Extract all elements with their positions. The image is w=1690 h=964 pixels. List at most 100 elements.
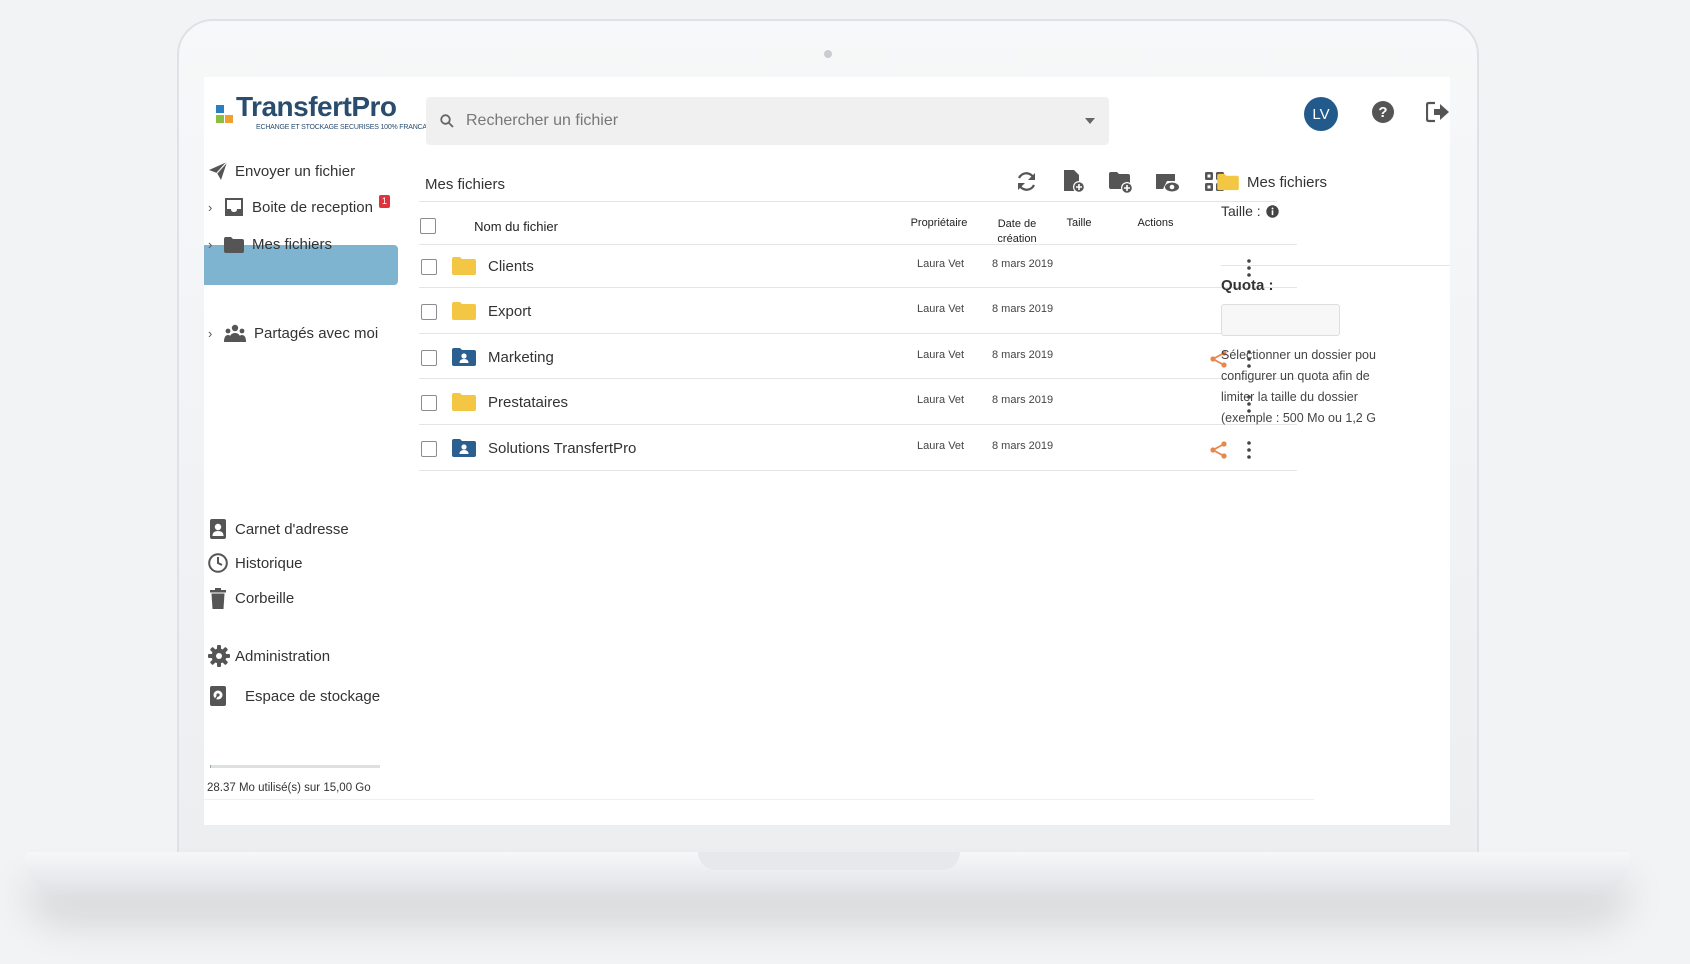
brand-logo[interactable]: TransfertPro ECHANGE ET STOCKAGE SECURIS… — [216, 91, 433, 137]
file-date: 8 mars 2019 — [992, 394, 1054, 406]
table-row[interactable]: Clients Laura Vet 8 mars 2019 — [419, 245, 1277, 290]
help-icon[interactable]: ? — [1371, 100, 1395, 124]
kebab-menu-icon[interactable] — [1246, 258, 1252, 278]
new-file-button[interactable] — [1061, 169, 1086, 194]
user-avatar[interactable]: LV — [1304, 97, 1338, 131]
sidebar-item-shared-with-me[interactable]: › Partagés avec moi — [208, 324, 378, 342]
page-title: Mes fichiers — [425, 176, 506, 193]
toolbar — [1014, 169, 1227, 194]
table-row[interactable]: Export Laura Vet 8 mars 2019 — [419, 290, 1277, 335]
file-owner: Laura Vet — [917, 349, 965, 361]
row-checkbox[interactable] — [421, 395, 437, 411]
sidebar-item-history[interactable]: Historique — [208, 553, 303, 573]
folder-icon — [452, 393, 476, 411]
table-row[interactable]: Prestataires Laura Vet 8 mars 2019 — [419, 381, 1277, 426]
folder-icon — [452, 302, 476, 320]
footer-divider — [204, 799, 1314, 800]
file-name[interactable]: Clients — [488, 258, 534, 275]
details-folder-name: Mes fichiers — [1247, 173, 1328, 191]
file-name[interactable]: Solutions TransfertPro — [488, 440, 636, 457]
row-divider — [419, 287, 1297, 288]
brand-title: TransfertPro — [236, 91, 397, 122]
sidebar-item-label: Boite de reception — [252, 198, 373, 216]
clock-icon — [208, 553, 228, 573]
share-icon[interactable] — [1209, 440, 1229, 460]
file-name[interactable]: Prestataires — [488, 394, 568, 411]
new-folder-button[interactable] — [1108, 169, 1133, 194]
add-folder-icon — [1109, 172, 1133, 194]
sidebar-item-address-book[interactable]: Carnet d'adresse — [208, 519, 349, 539]
chevron-down-icon[interactable] — [1085, 118, 1095, 124]
logout-icon[interactable] — [1426, 101, 1450, 123]
sidebar-item-send[interactable]: Envoyer un fichier — [208, 161, 355, 181]
quota-help-line: Sélectionner un dossier pou — [1221, 348, 1376, 362]
search-icon — [440, 114, 454, 128]
view-shared-button[interactable] — [1155, 169, 1180, 194]
refresh-button[interactable] — [1014, 169, 1039, 194]
search-bar[interactable] — [426, 97, 1109, 145]
folder-icon — [1217, 173, 1239, 191]
sidebar-item-trash[interactable]: Corbeille — [208, 588, 294, 609]
row-divider — [419, 470, 1297, 471]
row-checkbox[interactable] — [421, 304, 437, 320]
sidebar-item-storage[interactable]: Espace de stockage — [208, 686, 380, 706]
shared-folder-icon — [452, 348, 476, 366]
file-name[interactable]: Marketing — [488, 349, 554, 366]
column-header-date-line1: Date de — [997, 218, 1037, 230]
row-checkbox[interactable] — [421, 259, 437, 275]
column-header-name[interactable]: Nom du fichier — [446, 219, 586, 234]
table-row[interactable]: Marketing Laura Vet 8 mars 2019 — [419, 336, 1277, 381]
toolbar-divider — [419, 201, 1277, 202]
storage-usage-bar — [210, 765, 380, 768]
quota-label: Quota : — [1221, 277, 1274, 294]
sidebar-item-my-files[interactable]: › Mes fichiers — [208, 236, 332, 253]
row-divider — [419, 424, 1297, 425]
chevron-right-icon[interactable]: › — [208, 237, 224, 252]
chevron-right-icon[interactable]: › — [208, 200, 224, 215]
file-date: 8 mars 2019 — [992, 349, 1054, 361]
sidebar-item-label: Historique — [235, 554, 303, 572]
info-icon[interactable] — [1265, 204, 1279, 218]
select-all-checkbox[interactable] — [420, 218, 436, 234]
file-owner: Laura Vet — [917, 303, 965, 315]
column-header-date[interactable]: Date de création — [982, 217, 1052, 247]
gear-icon — [208, 645, 230, 667]
column-header-owner[interactable]: Propriétaire — [899, 217, 979, 229]
shared-folder-icon — [452, 439, 476, 457]
sidebar-item-label: Corbeille — [235, 590, 295, 607]
table-row[interactable]: Solutions TransfertPro Laura Vet 8 mars … — [419, 427, 1277, 472]
quota-help-text: Sélectionner un dossier pou configurer u… — [1221, 345, 1450, 429]
inbox-icon — [225, 198, 243, 216]
sidebar-item-inbox[interactable]: › Boite de reception 1 — [208, 194, 390, 216]
quota-help-line: (exemple : 500 Mo ou 1,2 G — [1221, 411, 1376, 425]
row-divider — [419, 333, 1297, 334]
app-screen: TransfertPro ECHANGE ET STOCKAGE SECURIS… — [204, 77, 1450, 825]
users-icon — [224, 324, 246, 342]
refresh-icon — [1017, 172, 1036, 191]
kebab-menu-icon[interactable] — [1246, 440, 1252, 460]
folder-icon — [224, 236, 244, 253]
laptop-camera — [824, 50, 832, 58]
chevron-right-icon[interactable]: › — [208, 326, 224, 341]
sidebar-item-label: Partagés avec moi — [254, 324, 379, 342]
file-owner: Laura Vet — [917, 258, 965, 270]
file-name[interactable]: Export — [488, 303, 531, 320]
details-size: Taille : — [1221, 203, 1279, 219]
sidebar-item-administration[interactable]: Administration — [208, 645, 330, 667]
logo-mark — [216, 95, 233, 129]
brand-tagline: ECHANGE ET STOCKAGE SECURISES 100% FRANC… — [256, 124, 434, 131]
svg-text:?: ? — [1378, 104, 1387, 121]
quota-input[interactable] — [1221, 304, 1340, 336]
laptop-notch — [698, 852, 960, 870]
sidebar-item-label: Mes fichiers — [252, 236, 333, 253]
search-input[interactable] — [466, 112, 1085, 130]
column-header-size[interactable]: Taille — [1054, 217, 1104, 229]
notification-badge: 1 — [378, 194, 390, 208]
quota-help-line: limiter la taille du dossier — [1221, 390, 1358, 404]
sidebar-item-label: Envoyer un fichier — [235, 162, 356, 180]
row-checkbox[interactable] — [421, 441, 437, 457]
details-size-label: Taille : — [1221, 203, 1261, 219]
file-date: 8 mars 2019 — [992, 303, 1054, 315]
row-checkbox[interactable] — [421, 350, 437, 366]
file-owner: Laura Vet — [917, 394, 965, 406]
